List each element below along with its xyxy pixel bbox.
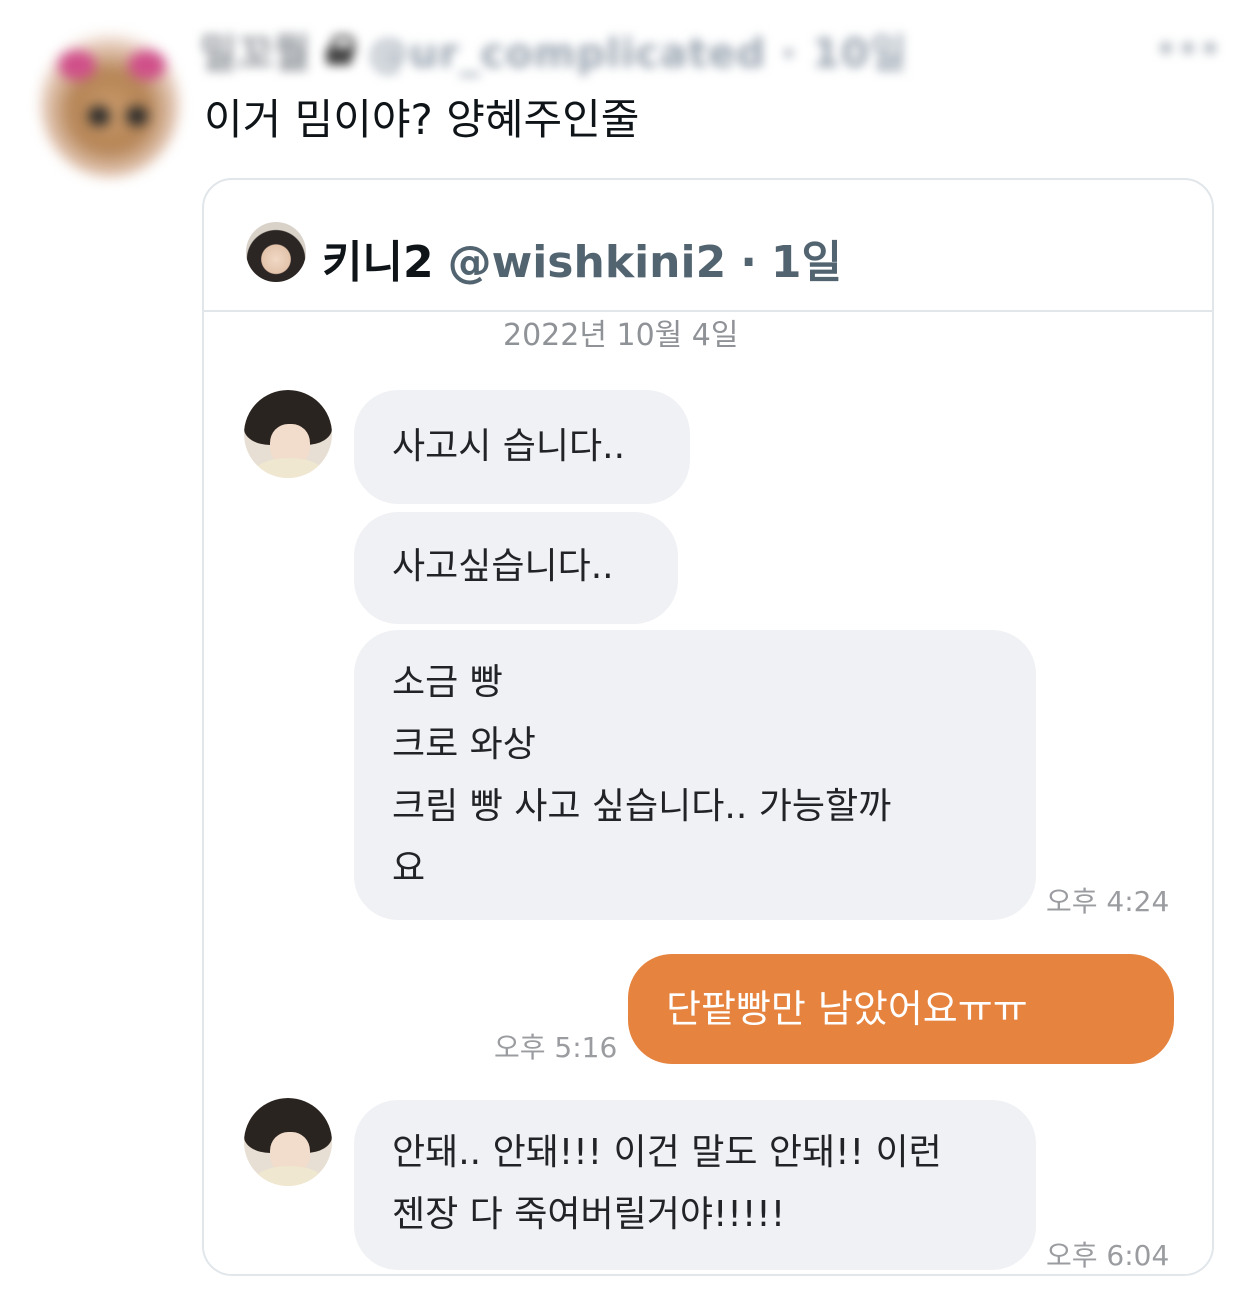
chat-bubble-incoming: 사고싶습니다.. bbox=[354, 512, 678, 624]
tweet-header: 밀꼬뭘 @ur_complicated · 10일 bbox=[200, 26, 908, 77]
tweet-text: 이거 밈이야? 양혜주인줄 bbox=[204, 95, 640, 144]
message-line: 크로 와상 bbox=[392, 724, 536, 765]
avatar-eye-right bbox=[126, 106, 148, 126]
more-options-icon[interactable] bbox=[1160, 40, 1220, 56]
quoted-user-avatar[interactable] bbox=[246, 222, 306, 282]
message-timestamp: 오후 5:16 bbox=[494, 1031, 618, 1064]
avatar-eye-left bbox=[88, 106, 110, 126]
chat-bubble-incoming: 안돼.. 안돼!!! 이건 말도 안돼!! 이런 젠장 다 죽여버릴거야!!!!… bbox=[354, 1100, 1036, 1270]
chat-bubble-incoming: 소금 빵 크로 와상 크림 빵 사고 싶습니다.. 가능할까 요 bbox=[354, 630, 1036, 920]
quoted-user-handle[interactable]: @wishkini2 bbox=[448, 237, 727, 288]
message-line: 크림 빵 사고 싶습니다.. 가능할까 bbox=[392, 786, 892, 827]
message-line: 사고시 습니다.. bbox=[392, 426, 626, 467]
message-line: 단팥빵만 남았어요ㅠㅠ bbox=[666, 987, 1028, 1031]
chat-screenshot-image[interactable]: 2022년 10월 4일 사고시 습니다.. 사고싶습니다.. 소금 빵 크로 … bbox=[204, 314, 1212, 1274]
display-name[interactable]: 밀꼬뭘 bbox=[200, 21, 310, 79]
user-handle[interactable]: @ur_complicated · 10일 bbox=[368, 21, 907, 79]
quoted-tweet-time[interactable]: 1일 bbox=[771, 226, 842, 290]
message-line: 요 bbox=[392, 848, 426, 889]
lock-icon bbox=[326, 35, 356, 65]
quoted-user-row: 키니2 @wishkini2 · 1일 bbox=[322, 226, 842, 290]
chat-date: 2022년 10월 4일 bbox=[204, 310, 1212, 354]
quoted-display-name[interactable]: 키니2 bbox=[322, 226, 434, 290]
message-timestamp: 오후 6:04 bbox=[1046, 1239, 1170, 1272]
message-timestamp: 오후 4:24 bbox=[1046, 885, 1170, 918]
separator-dot: · bbox=[740, 237, 757, 288]
message-line: 소금 빵 bbox=[392, 662, 503, 703]
chat-avatar bbox=[244, 1098, 332, 1186]
chat-bubble-incoming: 사고시 습니다.. bbox=[354, 390, 690, 504]
chat-bubble-outgoing: 단팥빵만 남았어요ㅠㅠ bbox=[628, 954, 1174, 1064]
chat-date-text: 2022년 10월 4일 bbox=[503, 318, 739, 353]
avatar-bow-right bbox=[128, 50, 166, 80]
message-line: 젠장 다 죽여버릴거야!!!!! bbox=[392, 1194, 786, 1235]
quoted-tweet-card[interactable]: 키니2 @wishkini2 · 1일 2022년 10월 4일 사고시 습니다… bbox=[202, 178, 1214, 1276]
user-avatar[interactable] bbox=[40, 28, 180, 178]
message-line: 안돼.. 안돼!!! 이건 말도 안돼!! 이런 bbox=[392, 1132, 942, 1173]
quoted-tweet-header: 키니2 @wishkini2 · 1일 bbox=[204, 180, 1212, 312]
message-line: 사고싶습니다.. bbox=[392, 546, 614, 587]
chat-avatar bbox=[244, 390, 332, 478]
avatar-bow-left bbox=[58, 50, 96, 80]
